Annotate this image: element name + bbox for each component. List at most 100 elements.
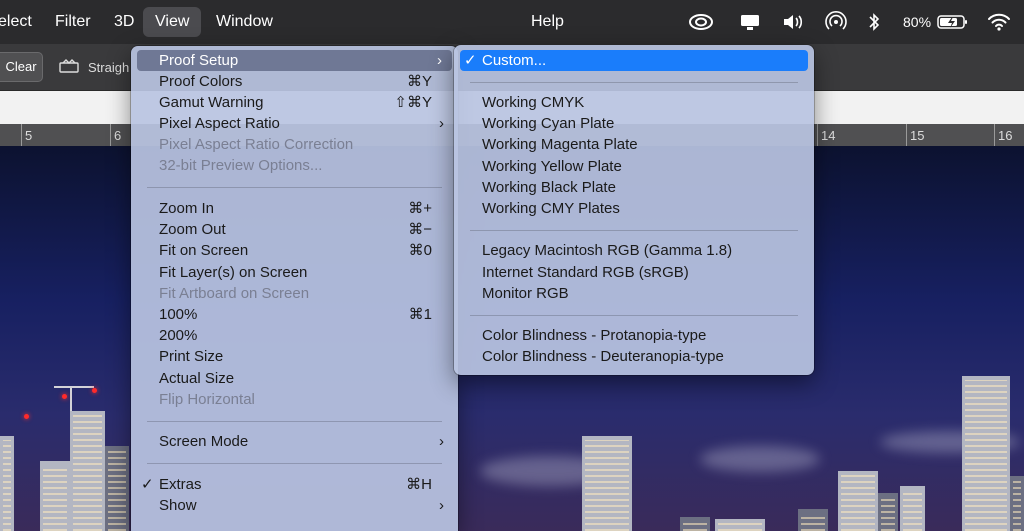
menu-item-label: Legacy Macintosh RGB (Gamma 1.8)	[482, 242, 733, 259]
menu-item-label: Working CMY Plates	[482, 200, 620, 217]
menu-item-working-cmyk[interactable]: Working CMYK	[454, 92, 814, 113]
menu-item-srgb[interactable]: Internet Standard RGB (sRGB)	[454, 262, 814, 283]
creative-cloud-icon[interactable]	[688, 0, 714, 44]
menu-item-label: Pixel Aspect Ratio	[159, 115, 280, 132]
menu-item-zoom-in[interactable]: Zoom In ⌘+	[131, 198, 458, 219]
menu-separator	[470, 82, 798, 83]
menu-shortcut: ⌘1	[408, 306, 432, 323]
menu-item-100-percent[interactable]: 100% ⌘1	[131, 304, 458, 325]
cloud	[700, 446, 820, 472]
building	[838, 471, 878, 531]
menu-item-gamut-warning[interactable]: Gamut Warning ⇧⌘Y	[131, 92, 458, 113]
menu-shortcut: ⌘H	[406, 476, 432, 493]
straighten-label: Straigh	[88, 60, 130, 75]
menu-item-fit-on-screen[interactable]: Fit on Screen ⌘0	[131, 240, 458, 261]
red-light	[92, 388, 97, 393]
clear-button[interactable]: Clear	[0, 52, 43, 82]
menu-item-screen-mode[interactable]: Screen Mode ›	[131, 431, 458, 452]
menu-item-label: Gamut Warning	[159, 94, 264, 111]
menu-item-extras[interactable]: ✓ Extras ⌘H	[131, 474, 458, 495]
menu-item-label: Monitor RGB	[482, 285, 569, 302]
menu-item-proof-colors[interactable]: Proof Colors ⌘Y	[131, 71, 458, 92]
menu-shortcut: ⌘+	[408, 200, 432, 217]
menu-item-label: Proof Setup	[159, 52, 239, 69]
menu-item-show[interactable]: Show ›	[131, 495, 458, 516]
menu-item-label: Working Magenta Plate	[482, 136, 638, 153]
display-icon[interactable]	[739, 0, 761, 44]
chevron-right-icon: ›	[439, 115, 444, 132]
menu-item-label: Internet Standard RGB (sRGB)	[482, 264, 689, 281]
menu-item-zoom-out[interactable]: Zoom Out ⌘−	[131, 219, 458, 240]
menu-separator	[147, 463, 442, 464]
menu-item-flip-horizontal: Flip Horizontal	[131, 389, 458, 410]
ruler-tick: 14	[817, 124, 835, 146]
menu-item-label: Proof Colors	[159, 73, 243, 90]
menu-item-label: Working Yellow Plate	[482, 158, 622, 175]
menu-item-working-black[interactable]: Working Black Plate	[454, 177, 814, 198]
straighten-icon	[58, 58, 80, 77]
menu-item-label: Flip Horizontal	[159, 391, 255, 408]
menu-item-label: Working CMYK	[482, 94, 585, 111]
menu-item-custom[interactable]: ✓ Custom...	[460, 50, 808, 71]
menu-3d[interactable]: 3D	[114, 0, 134, 44]
red-light	[24, 414, 29, 419]
menu-item-deuteranopia[interactable]: Color Blindness - Deuteranopia-type	[454, 346, 814, 367]
menu-item-label: Zoom In	[159, 200, 215, 217]
menu-item-monitor-rgb[interactable]: Monitor RGB	[454, 283, 814, 304]
menu-item-label: Screen Mode	[159, 433, 249, 450]
menu-item-protanopia[interactable]: Color Blindness - Protanopia-type	[454, 325, 814, 346]
menu-item-label: Fit Artboard on Screen	[159, 285, 310, 302]
menu-select[interactable]: elect	[0, 0, 32, 44]
building	[582, 436, 632, 531]
menu-item-working-yellow[interactable]: Working Yellow Plate	[454, 156, 814, 177]
battery-icon[interactable]	[937, 0, 969, 44]
building	[962, 376, 1010, 531]
menu-item-pixel-aspect-correction: Pixel Aspect Ratio Correction	[131, 134, 458, 155]
screen: elect Filter 3D View Window Help 80% Cle…	[0, 0, 1024, 531]
menu-item-print-size[interactable]: Print Size	[131, 346, 458, 367]
menu-item-label: Custom...	[482, 52, 547, 69]
chevron-right-icon: ›	[437, 52, 442, 69]
menu-item-proof-setup[interactable]: Proof Setup ›	[137, 50, 452, 71]
menu-item-label: 200%	[159, 327, 198, 344]
menu-item-label: 32-bit Preview Options...	[159, 157, 323, 174]
ruler-tick: 15	[906, 124, 924, 146]
building	[105, 446, 129, 531]
menu-item-actual-size[interactable]: Actual Size	[131, 368, 458, 389]
menu-item-label: Zoom Out	[159, 221, 226, 238]
ruler-tick: 6	[110, 124, 121, 146]
menu-item-label: Color Blindness - Protanopia-type	[482, 327, 707, 344]
airdrop-icon[interactable]	[825, 0, 847, 44]
menu-item-label: Extras	[159, 476, 202, 493]
straighten-tool[interactable]: Straigh	[58, 58, 129, 77]
menu-item-200-percent[interactable]: 200%	[131, 325, 458, 346]
menu-item-pixel-aspect-ratio[interactable]: Pixel Aspect Ratio ›	[131, 113, 458, 134]
battery-percent: 80%	[903, 14, 932, 30]
menu-separator	[147, 421, 442, 422]
menu-separator	[147, 187, 442, 188]
menu-item-label: Working Cyan Plate	[482, 115, 615, 132]
menu-item-working-cmy[interactable]: Working CMY Plates	[454, 198, 814, 219]
view-menu: Proof Setup › Proof Colors ⌘Y Gamut Warn…	[131, 46, 458, 531]
ruler-tick: 5	[21, 124, 32, 146]
volume-icon[interactable]	[781, 0, 807, 44]
wifi-icon[interactable]	[987, 0, 1011, 44]
ruler-tick: 16	[994, 124, 1012, 146]
menu-shortcut: ⌘Y	[406, 73, 432, 90]
menu-filter[interactable]: Filter	[55, 0, 91, 44]
menu-item-label: Color Blindness - Deuteranopia-type	[482, 348, 724, 365]
menu-view[interactable]: View	[143, 7, 202, 37]
menu-item-working-cyan[interactable]: Working Cyan Plate	[454, 113, 814, 134]
menu-item-label: Working Black Plate	[482, 179, 616, 196]
menu-item-legacy-mac-rgb[interactable]: Legacy Macintosh RGB (Gamma 1.8)	[454, 240, 814, 261]
menu-item-label: Fit Layer(s) on Screen	[159, 264, 308, 281]
menu-item-32bit-preview: 32-bit Preview Options...	[131, 155, 458, 176]
menu-help[interactable]: Help	[531, 0, 564, 44]
menu-item-label: Fit on Screen	[159, 242, 249, 259]
menu-window[interactable]: Window	[216, 0, 273, 44]
menu-item-fit-layers[interactable]: Fit Layer(s) on Screen	[131, 262, 458, 283]
bluetooth-icon[interactable]	[867, 0, 881, 44]
menu-item-working-magenta[interactable]: Working Magenta Plate	[454, 134, 814, 155]
chevron-right-icon: ›	[439, 497, 444, 514]
building	[900, 486, 925, 531]
